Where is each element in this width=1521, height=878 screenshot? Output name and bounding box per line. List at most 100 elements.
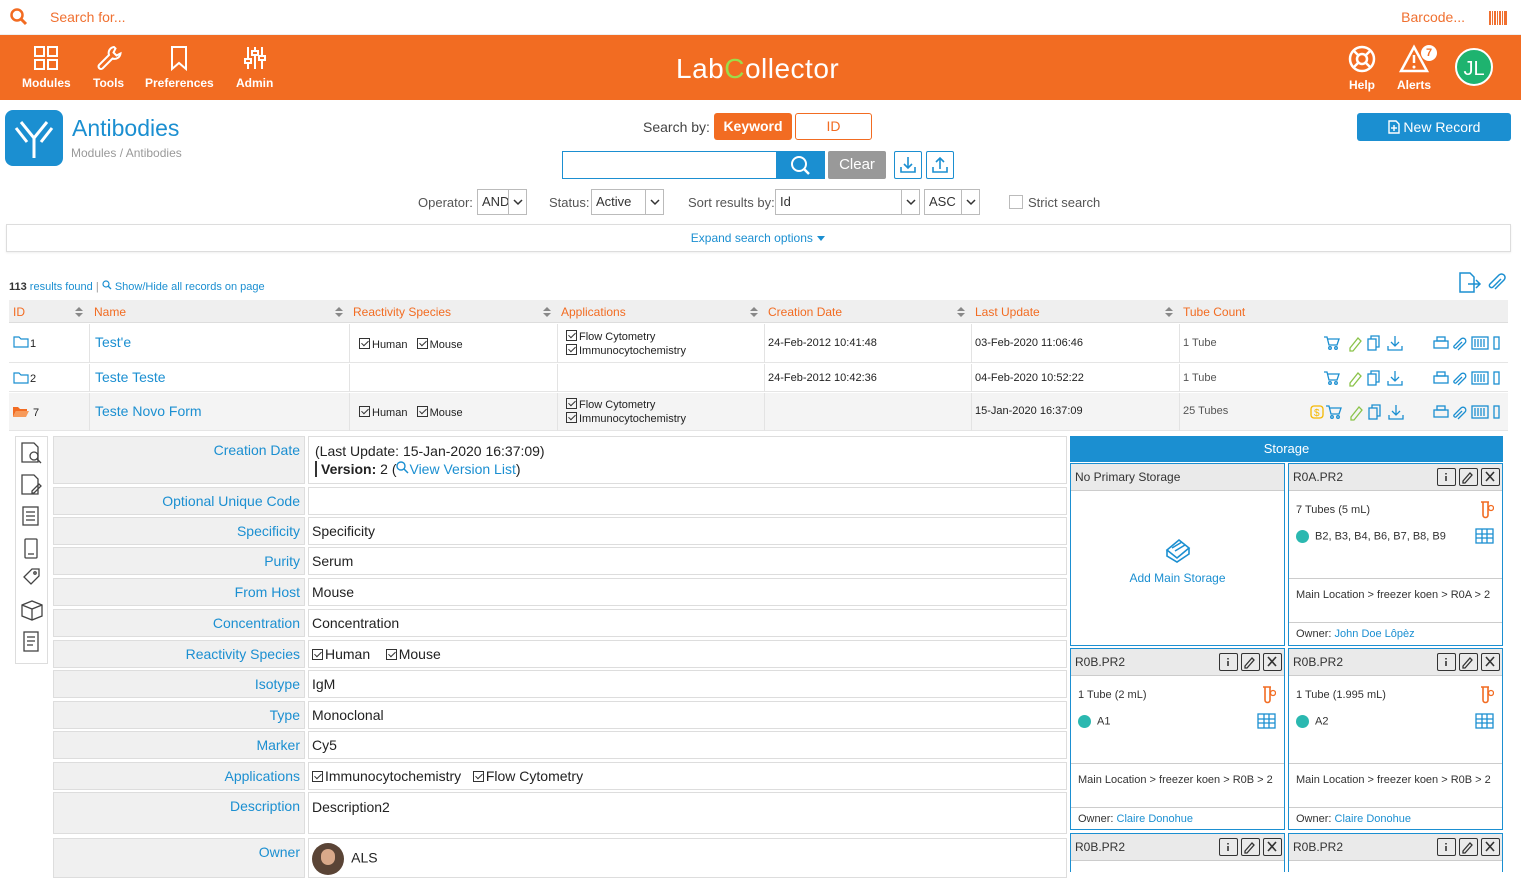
field-label: Reactivity Species [53,640,305,668]
edit-icon[interactable] [1459,468,1478,486]
col-id[interactable]: ID [13,305,25,319]
info-icon[interactable] [1437,838,1456,856]
info-icon[interactable] [1219,653,1238,671]
tube-count: 7 Tubes (5 mL) [1296,504,1370,516]
upload-icon [932,156,948,173]
storage-box-name: R0B.PR2 [1075,840,1126,854]
col-applications[interactable]: Applications [561,305,626,319]
field-value-owner: ALS [308,838,1067,878]
import-button[interactable] [894,151,922,179]
export-records-icon[interactable] [1458,272,1482,297]
field-value: Concentration [308,609,1067,637]
sort-icon[interactable] [957,307,965,317]
download-icon [1387,336,1403,351]
search-by-label: Search by: [643,119,710,135]
nav-tools[interactable]: Tools [93,44,124,90]
edit-icon[interactable] [1241,838,1260,856]
expand-search-options[interactable]: Expand search options [6,224,1511,252]
col-species[interactable]: Reactivity Species [353,305,451,319]
storage-box: R0A.PR2 7 Tubes (5 mL) B2, B3, B4, B6, B… [1288,463,1503,646]
tube-icon[interactable] [1260,685,1277,708]
storage-location: Main Location > freezer koen > R0B > 2 [1296,774,1491,786]
view-record-icon [21,442,42,464]
chevron-down-icon [645,190,663,214]
col-last-update[interactable]: Last Update [975,305,1040,319]
breadcrumb[interactable]: Modules / Antibodies [71,146,182,160]
folder-icon[interactable] [13,372,29,387]
barcode-icon[interactable] [1489,11,1507,28]
folder-open-icon[interactable] [12,405,30,421]
close-icon[interactable] [1263,838,1282,856]
tube-positions: B2, B3, B4, B6, B7, B8, B9 [1296,530,1446,543]
storage-box-name: R0B.PR2 [1293,655,1344,669]
edit-icon[interactable] [1459,838,1478,856]
strict-search-checkbox[interactable] [1009,195,1023,209]
row-name-link[interactable]: Test'e [95,334,131,350]
info-icon[interactable] [1219,838,1238,856]
field-label: Description [53,792,305,834]
nav-preferences[interactable]: Preferences [145,44,214,90]
grid-icon[interactable] [1257,713,1276,732]
sort-icon[interactable] [1165,307,1173,317]
sort-icon[interactable] [335,307,343,317]
field-value: Serum [308,547,1067,575]
row-tubes: 25 Tubes [1183,405,1229,417]
status-select[interactable]: Active [591,189,664,215]
col-creation-date[interactable]: Creation Date [768,305,842,319]
user-avatar[interactable]: JL [1455,48,1493,86]
export-button[interactable] [926,151,954,179]
view-version-list-link[interactable]: View Version List [409,461,515,477]
storage-box-name: R0B.PR2 [1075,655,1126,669]
tube-count: 1 Tube (2 mL) [1078,689,1147,701]
sort-icon[interactable] [543,307,551,317]
tag-icon [23,568,40,585]
col-tube-count[interactable]: Tube Count [1183,305,1245,319]
search-icon[interactable] [10,8,28,29]
grid-icon[interactable] [1475,528,1494,547]
barcode-input[interactable]: Barcode... [1401,9,1465,25]
info-icon[interactable] [1437,653,1456,671]
nav-modules[interactable]: Modules [22,44,71,90]
close-icon[interactable] [1481,653,1500,671]
tube-icon[interactable] [1478,685,1495,708]
search-id-button[interactable]: ID [795,113,872,140]
order-select[interactable]: ASC [924,189,980,215]
new-record-button[interactable]: New Record [1357,113,1511,141]
nav-help[interactable]: Help [1347,44,1377,92]
table-row[interactable]: 2 Teste Teste 24-Feb-2012 10:42:36 04-Fe… [9,364,1508,392]
field-value: IgM [308,670,1067,698]
edit-icon[interactable] [1241,653,1260,671]
paperclip-icon[interactable] [1486,273,1506,296]
antibody-icon [5,110,63,166]
showhide-all-link[interactable]: Show/Hide all records on page [102,280,265,293]
record-search-button[interactable] [777,151,825,179]
close-icon[interactable] [1481,468,1500,486]
field-label: From Host [53,578,305,606]
close-icon[interactable] [1481,838,1500,856]
tube-icon[interactable] [1478,500,1495,523]
col-name[interactable]: Name [94,305,126,319]
add-main-storage-button[interactable]: Add Main Storage [1071,536,1284,585]
table-row-expanded[interactable]: 7 Teste Novo Form Human Mouse Flow Cytom… [9,393,1508,431]
search-keyword-button[interactable]: Keyword [714,113,792,140]
operator-select[interactable]: AND [477,189,527,215]
info-icon[interactable] [1437,468,1456,486]
row-name-link[interactable]: Teste Teste [95,369,166,385]
sort-label: Sort results by: [688,195,775,210]
global-search-input[interactable]: Search for... [50,9,125,25]
close-icon[interactable] [1263,653,1282,671]
sort-select[interactable]: Id [775,189,920,215]
record-search-input[interactable] [562,151,777,179]
nav-admin[interactable]: Admin [236,44,273,90]
row-name-link[interactable]: Teste Novo Form [95,403,202,419]
edit-icon [1349,337,1362,352]
sort-icon[interactable] [750,307,758,317]
row-id: 7 [33,407,40,419]
grid-icon[interactable] [1475,713,1494,732]
edit-icon[interactable] [1459,653,1478,671]
folder-icon[interactable] [13,336,29,351]
table-row[interactable]: 1 Test'e Human Mouse Flow Cytometry Immun… [9,324,1508,363]
sort-icon[interactable] [75,307,83,317]
tube-positions: A2 [1296,715,1328,728]
clear-button[interactable]: Clear [828,151,886,179]
